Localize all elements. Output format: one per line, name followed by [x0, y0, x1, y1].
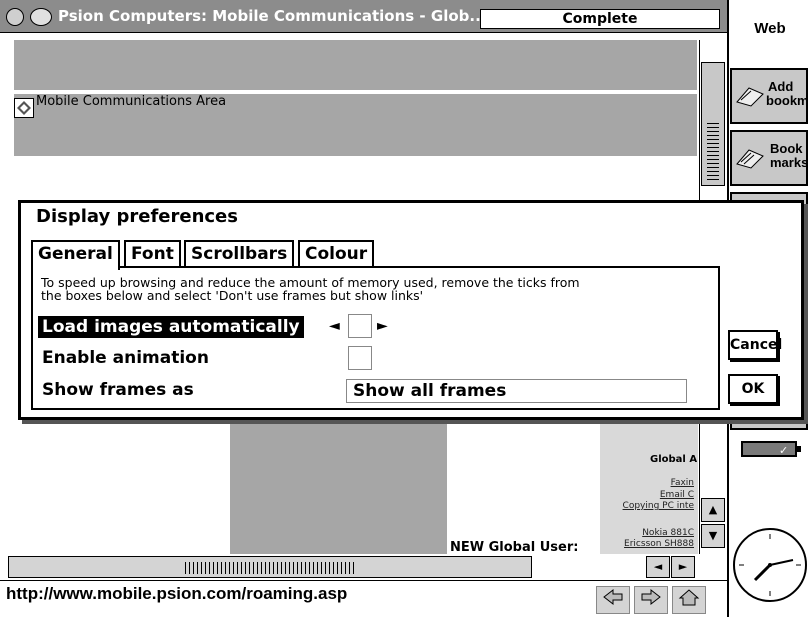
bookmarks-icon	[736, 149, 764, 169]
horizontal-scroll-grip[interactable]	[185, 562, 355, 574]
next-option-icon[interactable]: ►	[377, 318, 388, 334]
prev-option-icon[interactable]: ◄	[329, 318, 340, 334]
scroll-left-button[interactable]: ◄	[646, 556, 670, 578]
tab-general[interactable]: General	[31, 240, 120, 270]
bookmarks-button[interactable]: Book marks	[730, 130, 808, 186]
add-bookmark-line1: Add	[768, 79, 794, 94]
back-icon[interactable]	[596, 586, 630, 614]
page-logo-icon	[14, 98, 34, 118]
load-status: Complete	[480, 9, 720, 29]
bookmarks-line1: Book	[770, 141, 803, 156]
forward-icon[interactable]	[634, 586, 668, 614]
dialog-title: Display preferences	[36, 206, 238, 227]
help-text: To speed up browsing and reduce the amou…	[41, 276, 580, 302]
show-frames-label: Show frames as	[42, 380, 194, 400]
area-title: Mobile Communications Area	[36, 94, 227, 109]
vertical-scroll-thumb[interactable]	[701, 62, 725, 186]
global-heading: Global A	[650, 454, 698, 465]
tab-scrollbars[interactable]: Scrollbars	[184, 240, 295, 268]
scroll-up-button[interactable]: ▲	[701, 498, 725, 522]
clock-icon	[733, 528, 807, 602]
global-link[interactable]: Copying PC inte	[600, 501, 694, 511]
content-column	[230, 420, 447, 554]
menu-icon[interactable]	[6, 8, 24, 26]
ok-button[interactable]: OK	[728, 374, 778, 404]
url-field[interactable]: http://www.mobile.psion.com/roaming.asp	[6, 584, 347, 604]
load-images-label: Load images automatically	[38, 316, 304, 338]
add-bookmark-icon	[736, 87, 764, 107]
tab-font[interactable]: Font	[124, 240, 181, 268]
help-text-line2: the boxes below and select 'Don't use fr…	[41, 288, 424, 303]
global-link[interactable]: Email C	[600, 490, 694, 500]
bookmarks-line2: marks	[770, 155, 809, 170]
show-frames-select[interactable]: Show all frames	[346, 379, 687, 403]
window-title: Psion Computers: Mobile Communications -…	[58, 7, 487, 25]
add-bookmark-line2: bookmk	[766, 93, 809, 108]
web-app-icon	[30, 8, 52, 26]
enable-animation-label: Enable animation	[42, 348, 209, 368]
battery-icon: ✓	[741, 441, 801, 457]
add-bookmark-button[interactable]: Add bookmk	[730, 68, 809, 124]
enable-animation-checkbox[interactable]	[348, 346, 372, 370]
scroll-right-button[interactable]: ►	[671, 556, 695, 578]
page-banner-top	[14, 40, 697, 90]
home-icon[interactable]	[672, 586, 706, 614]
toolbar-title: Web	[754, 20, 786, 37]
load-images-checkbox[interactable]	[348, 314, 372, 338]
tab-colour[interactable]: Colour	[298, 240, 375, 268]
scroll-down-button[interactable]: ▼	[701, 524, 725, 548]
new-global-user-label: NEW Global User:	[450, 540, 579, 555]
global-link[interactable]: Ericsson SH888	[600, 539, 694, 549]
global-link[interactable]: Faxin	[600, 478, 694, 488]
cancel-button[interactable]: Cancel	[728, 330, 782, 360]
global-link[interactable]: Nokia 881C	[600, 528, 694, 538]
